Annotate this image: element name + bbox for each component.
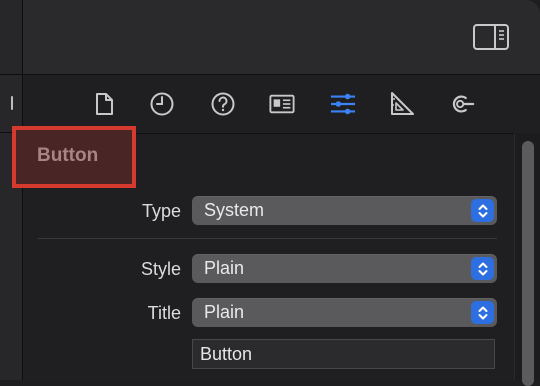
tab-help-inspector[interactable]	[210, 91, 236, 117]
title-popup-stepper	[471, 301, 494, 324]
title-popup-value: Plain	[204, 302, 245, 322]
scrollbar-thumb[interactable]	[522, 141, 534, 386]
style-label: Style	[140, 259, 181, 279]
connections-icon	[452, 95, 475, 113]
tab-history-inspector[interactable]	[149, 91, 175, 117]
inspector-panel: Button Type System Style Plain Title Pla…	[12, 0, 540, 386]
section-separator	[38, 238, 497, 239]
vertical-scrollbar[interactable]	[514, 133, 540, 386]
title-popup[interactable]: Plain	[192, 298, 497, 327]
tab-identity-inspector[interactable]	[269, 91, 295, 117]
section-title: Button	[37, 145, 99, 166]
ruler-icon	[391, 92, 414, 115]
sidebar-right-icon	[473, 24, 509, 50]
left-pane-divider	[0, 74, 22, 75]
identity-card-icon	[269, 94, 295, 114]
file-icon	[96, 93, 113, 115]
title-text-field[interactable]	[192, 339, 495, 369]
chevron-up-down-icon	[478, 306, 487, 319]
left-pane-edge	[0, 0, 23, 380]
chevron-up-down-icon	[478, 204, 487, 217]
tab-connections-inspector[interactable]	[449, 91, 475, 117]
history-icon	[150, 92, 174, 116]
tab-file-inspector[interactable]	[91, 91, 117, 117]
help-icon	[211, 92, 235, 116]
type-popup-value: System	[204, 200, 265, 220]
left-pane-handle	[11, 96, 13, 110]
style-popup-stepper	[471, 257, 494, 280]
chevron-up-down-icon	[478, 262, 487, 275]
toggle-inspector-button[interactable]	[473, 24, 509, 50]
title-text-input[interactable]	[193, 340, 494, 368]
sliders-icon	[330, 93, 356, 115]
type-label: Type	[141, 201, 181, 221]
inspector-toolbar	[23, 0, 540, 75]
title-label: Title	[147, 303, 181, 323]
type-popup[interactable]: System	[192, 196, 497, 225]
style-popup[interactable]: Plain	[192, 254, 497, 283]
tab-attributes-inspector[interactable]	[330, 91, 356, 117]
style-popup-value: Plain	[204, 258, 245, 278]
tab-size-inspector[interactable]	[389, 91, 415, 117]
type-popup-stepper	[471, 199, 494, 222]
